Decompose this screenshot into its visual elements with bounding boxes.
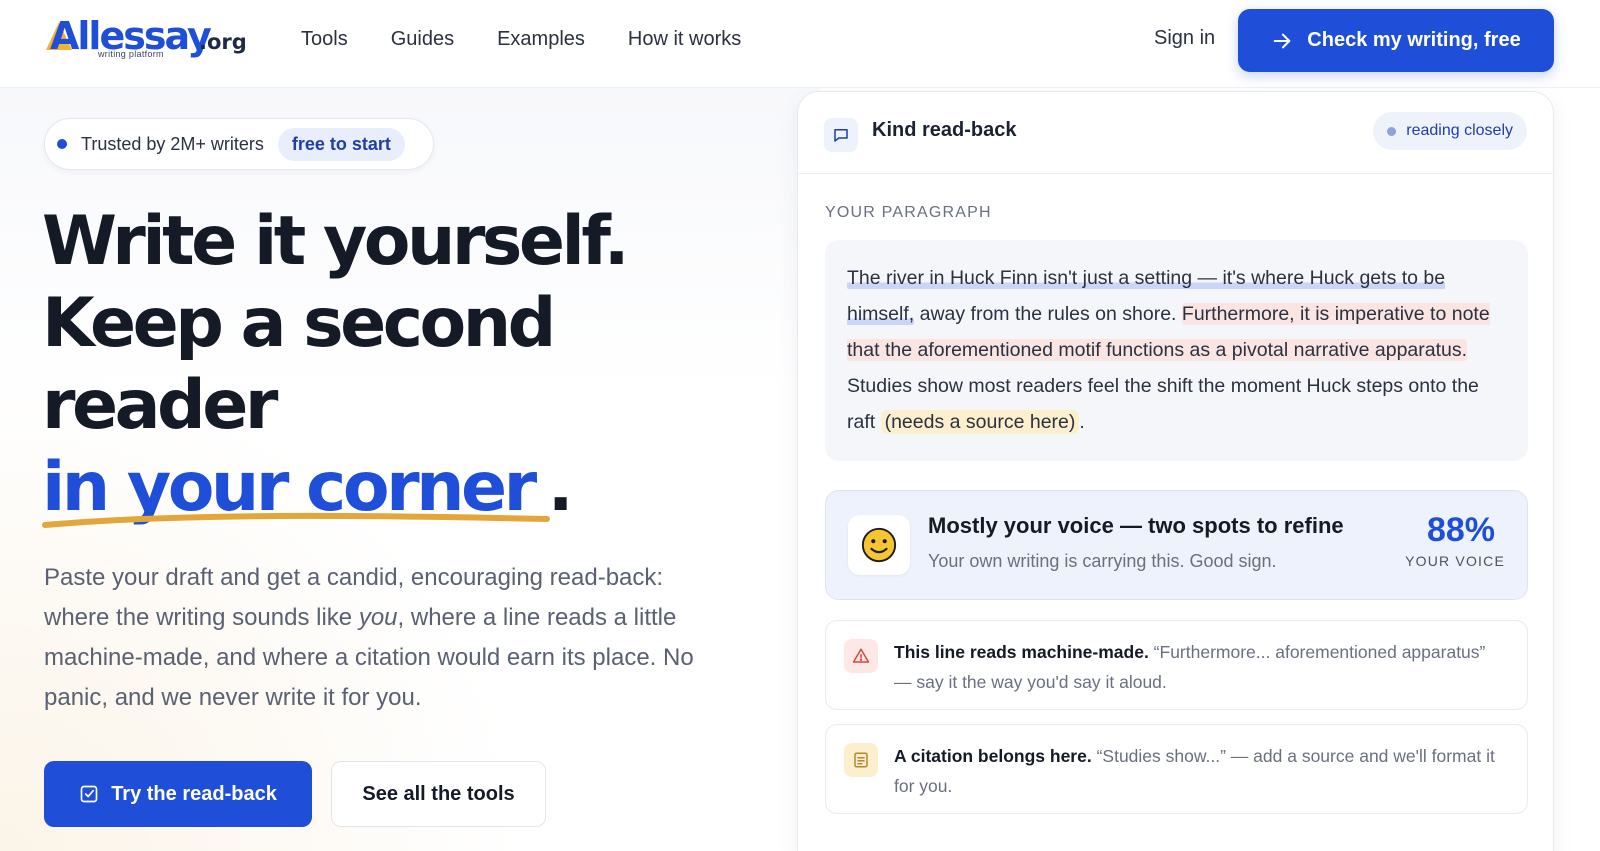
- feedback-heading: This line reads machine-made.: [894, 642, 1149, 662]
- hand-underline-icon: [42, 512, 550, 528]
- check-writing-button[interactable]: Check my writing, free: [1238, 9, 1554, 72]
- headline-line-3: reader: [42, 366, 278, 445]
- card-header: Kind read-back reading closely: [798, 92, 1553, 174]
- sign-in-link[interactable]: Sign in: [1154, 27, 1215, 50]
- chat-bubble-icon: [824, 118, 858, 152]
- nav-guides[interactable]: Guides: [391, 28, 454, 51]
- trust-text: Trusted by 2M+ writers: [81, 133, 264, 154]
- try-read-back-label: Try the read-back: [111, 782, 277, 805]
- warning-triangle-icon: [844, 639, 878, 673]
- voice-percentage: 88%: [1426, 511, 1495, 549]
- status-badge: reading closely: [1373, 112, 1527, 150]
- try-read-back-button[interactable]: Try the read-back: [44, 761, 312, 827]
- status-dot-icon: [1387, 126, 1397, 136]
- feedback-text: This line reads machine-made. “Furthermo…: [894, 637, 1504, 697]
- document-lines-icon: [844, 743, 878, 777]
- check-writing-label: Check my writing, free: [1307, 29, 1521, 51]
- headline-line-1: Write it yourself.: [42, 202, 630, 281]
- paragraph-text: away from the rules on shore.: [914, 303, 1182, 325]
- free-badge: free to start: [277, 127, 405, 161]
- logo-tld: .org: [199, 30, 247, 54]
- feedback-item-machine-made[interactable]: This line reads machine-made. “Furthermo…: [825, 620, 1528, 710]
- voice-subtitle: Your own writing is carrying this. Good …: [928, 551, 1277, 571]
- nav-how-it-works[interactable]: How it works: [628, 28, 741, 51]
- smiley-face-icon: [848, 515, 910, 575]
- trust-pill: Trusted by 2M+ writers free to start: [44, 118, 434, 170]
- voice-score-panel: Mostly your voice — two spots to refine …: [825, 490, 1528, 600]
- arrow-right-icon: [1273, 33, 1291, 48]
- feedback-item-citation[interactable]: A citation belongs here. “Studies show..…: [825, 724, 1528, 814]
- headline-highlight: in your corner: [42, 447, 550, 529]
- paragraph-text: .: [1079, 411, 1085, 433]
- logo-tagline: writing platform: [98, 49, 164, 59]
- headline-line-2: Keep a second: [42, 284, 556, 363]
- hero-headline: Write it yourself. Keep a second reader …: [42, 201, 762, 529]
- trust-dot-icon: [57, 139, 67, 149]
- logo[interactable]: Allessay .org writing platform: [42, 14, 247, 64]
- hero-description: Paste your draft and get a candid, encou…: [44, 558, 694, 718]
- section-label: YOUR PARAGRAPH: [825, 204, 992, 221]
- paragraph-box: The river in Huck Finn isn't just a sett…: [825, 240, 1528, 461]
- status-text: reading closely: [1406, 122, 1513, 139]
- read-back-card: Kind read-back reading closely YOUR PARA…: [797, 91, 1554, 851]
- hero-section: Trusted by 2M+ writers free to start Wri…: [0, 88, 790, 851]
- feedback-heading: A citation belongs here.: [894, 746, 1092, 766]
- nav-examples[interactable]: Examples: [497, 28, 585, 51]
- nav-tools[interactable]: Tools: [301, 28, 348, 51]
- voice-percentage-label: YOUR VOICE: [1405, 553, 1505, 569]
- feedback-text: A citation belongs here. “Studies show..…: [894, 741, 1504, 801]
- main-nav: Tools Guides Examples How it works: [301, 28, 784, 51]
- site-header: Allessay .org writing platform Tools Gui…: [0, 0, 1600, 88]
- see-all-tools-button[interactable]: See all the tools: [331, 761, 546, 827]
- highlight-needs-source[interactable]: (needs a source here): [880, 410, 1080, 434]
- card-title: Kind read-back: [872, 119, 1017, 141]
- hero-description-emphasis: you: [358, 604, 398, 631]
- checkbox-icon: [80, 785, 98, 803]
- voice-title: Mostly your voice — two spots to refine: [928, 513, 1344, 538]
